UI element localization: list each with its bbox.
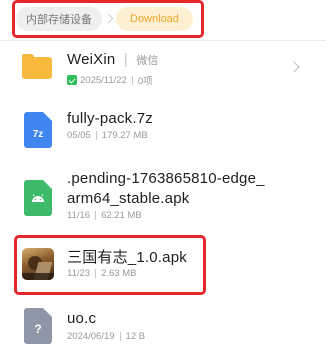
- unknown-file-icon: ?: [24, 308, 52, 344]
- file-meta: 05/05 179.27 MB: [67, 130, 148, 141]
- file-date: 2025/11/22: [80, 74, 127, 86]
- file-name-line1: .pending-1763865810-edge_: [67, 170, 265, 187]
- list-item-sanguo-apk[interactable]: 三国有志_1.0.apk 11/23 2.63 MB: [0, 240, 326, 290]
- file-item-count: 0项: [137, 76, 153, 87]
- file-date: 11/16: [67, 210, 91, 221]
- file-size: 62.21 MB: [101, 210, 142, 221]
- file-name: fully-pack.7z: [67, 110, 153, 127]
- breadcrumb-separator-icon: [104, 7, 112, 31]
- file-meta: 2025/11/22 0项: [67, 73, 153, 87]
- breadcrumb: 内部存储设备 Download: [16, 7, 193, 31]
- list-item-weixin[interactable]: WeiXin | 微信 2025/11/22 0项: [0, 42, 326, 94]
- file-size: 12 B: [125, 331, 146, 342]
- file-meta: 2024/06/19 12 B: [67, 331, 145, 342]
- list-item-pending-apk[interactable]: .pending-1763865810-edge_ arm64_stable.a…: [0, 164, 326, 230]
- breadcrumb-current[interactable]: Download: [116, 7, 193, 31]
- chevron-right-icon: [288, 61, 300, 73]
- game-app-icon: [22, 248, 54, 280]
- file-meta: 11/16 62.21 MB: [67, 210, 142, 221]
- wechat-icon: [67, 75, 77, 85]
- file-tag-separator: |: [123, 51, 128, 68]
- file-name: WeiXin: [67, 51, 116, 68]
- unknown-icon-label: ?: [34, 322, 42, 336]
- list-item-fully-pack[interactable]: 7z fully-pack.7z 05/05 179.27 MB: [0, 100, 326, 156]
- divider: [0, 40, 326, 41]
- archive-icon-label: 7z: [32, 129, 44, 140]
- breadcrumb-root[interactable]: 内部存储设备: [16, 7, 102, 31]
- file-tag: 微信: [136, 55, 159, 67]
- file-name: uo.c: [67, 310, 97, 327]
- archive-7z-icon: 7z: [24, 112, 52, 148]
- list-item-uo-c[interactable]: ? uo.c 2024/06/19 12 B: [0, 300, 326, 359]
- file-date: 05/05: [67, 130, 91, 141]
- file-size: 2.63 MB: [101, 268, 137, 279]
- folder-icon: [22, 54, 52, 79]
- file-date: 11/23: [67, 268, 91, 279]
- file-date: 2024/06/19: [67, 331, 115, 342]
- android-apk-icon: [24, 180, 52, 216]
- file-meta: 11/23 2.63 MB: [67, 268, 136, 279]
- file-name: 三国有志_1.0.apk: [67, 249, 187, 266]
- file-size: 179.27 MB: [101, 130, 148, 141]
- file-name-line2: arm64_stable.apk: [67, 190, 190, 207]
